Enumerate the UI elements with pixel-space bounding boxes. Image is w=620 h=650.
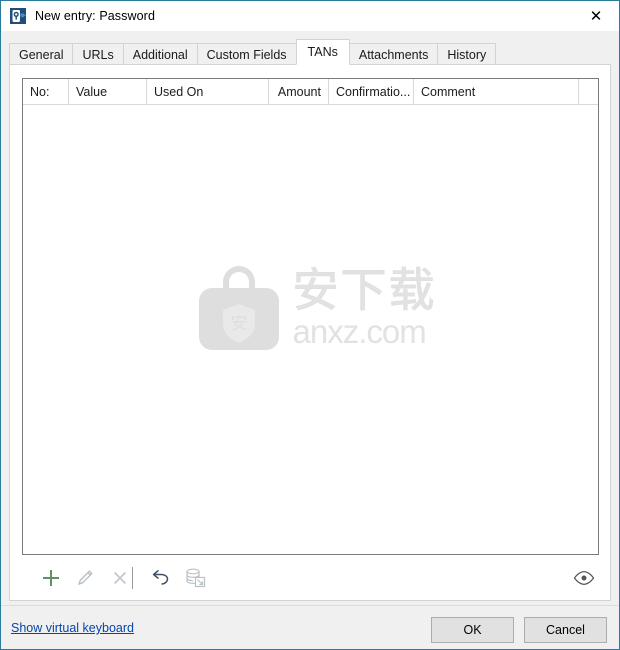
tab-attachments[interactable]: Attachments — [348, 43, 439, 65]
tab-label: Attachments — [358, 47, 429, 62]
watermark-badge-char: 安 — [230, 314, 247, 334]
keepass-entry-icon — [10, 8, 26, 24]
tab-label: URLs — [82, 47, 114, 62]
delete-tan-button[interactable] — [105, 563, 135, 593]
tab-label: TANs — [307, 45, 338, 59]
column-header[interactable]: Comment — [414, 79, 579, 104]
tab-urls[interactable]: URLs — [72, 43, 124, 65]
site-watermark: 安 安下载 anxz.com — [23, 105, 598, 554]
toggle-visibility-button[interactable] — [569, 563, 599, 593]
column-header-label: Comment — [421, 84, 476, 99]
tan-list-body[interactable]: 安 安下载 anxz.com — [23, 105, 598, 554]
add-tan-button[interactable] — [36, 563, 66, 593]
tab-label: Custom Fields — [206, 47, 287, 62]
undo-button[interactable] — [146, 563, 176, 593]
column-header-label: Used On — [154, 84, 204, 99]
tab-tans[interactable]: TANs — [295, 39, 350, 65]
column-header-filler — [579, 79, 598, 104]
window-title: New entry: Password — [35, 9, 155, 23]
tab-list: General URLs Additional Custom Fields TANs At… — [9, 39, 497, 65]
column-header[interactable]: Used On — [147, 79, 269, 104]
tab-strip: General URLs Additional Custom Fields TANs At… — [1, 31, 619, 65]
column-header[interactable]: Value — [69, 79, 147, 104]
new-entry-dialog: New entry: Password ✕ General URLs Additio… — [0, 0, 620, 650]
dialog-footer: Show virtual keyboard OK Cancel — [1, 605, 619, 649]
tab-history[interactable]: History — [437, 43, 497, 65]
column-header[interactable]: Confirmatio... — [329, 79, 414, 104]
close-x-icon — [113, 571, 127, 585]
close-icon: ✕ — [589, 6, 603, 25]
database-export-button[interactable] — [180, 563, 210, 593]
toolbar-separator — [132, 567, 133, 589]
tab-label: History — [447, 47, 487, 62]
tab-label: Additional — [132, 47, 188, 62]
close-window-button[interactable]: ✕ — [573, 1, 619, 31]
column-header-label: Value — [76, 84, 108, 99]
cancel-button[interactable]: Cancel — [524, 617, 607, 643]
database-icon — [186, 568, 206, 588]
tab-page-tans: No: Value Used On Amount Confirmatio... Comme… — [9, 64, 611, 601]
column-header-label: Amount — [277, 84, 321, 99]
edit-tan-button[interactable] — [70, 563, 100, 593]
tab-additional[interactable]: Additional — [122, 43, 198, 65]
tan-list-view[interactable]: No: Value Used On Amount Confirmatio... Comme… — [22, 78, 599, 555]
tab-label: General — [19, 47, 64, 62]
title-bar: New entry: Password ✕ — [1, 1, 619, 31]
tab-custom-fields[interactable]: Custom Fields — [196, 43, 297, 65]
tan-list-header: No: Value Used On Amount Confirmatio... Comme… — [23, 79, 598, 105]
column-header-label: No: — [30, 84, 50, 99]
tab-general[interactable]: General — [9, 43, 74, 65]
watermark-bag-icon: 安 — [198, 265, 279, 350]
pencil-icon — [77, 570, 93, 586]
column-header[interactable]: No: — [23, 79, 69, 104]
watermark-en-text: anxz.com — [292, 312, 427, 350]
tan-toolbar — [22, 563, 599, 595]
column-header[interactable]: Amount — [269, 79, 329, 104]
show-virtual-keyboard-link[interactable]: Show virtual keyboard — [11, 621, 134, 635]
eye-icon — [573, 570, 595, 586]
ok-button[interactable]: OK — [431, 617, 514, 643]
undo-arrow-icon — [152, 570, 169, 585]
watermark-cn-text: 安下载 — [292, 262, 437, 317]
plus-icon — [43, 570, 59, 586]
column-header-label: Confirmatio... — [336, 84, 411, 99]
